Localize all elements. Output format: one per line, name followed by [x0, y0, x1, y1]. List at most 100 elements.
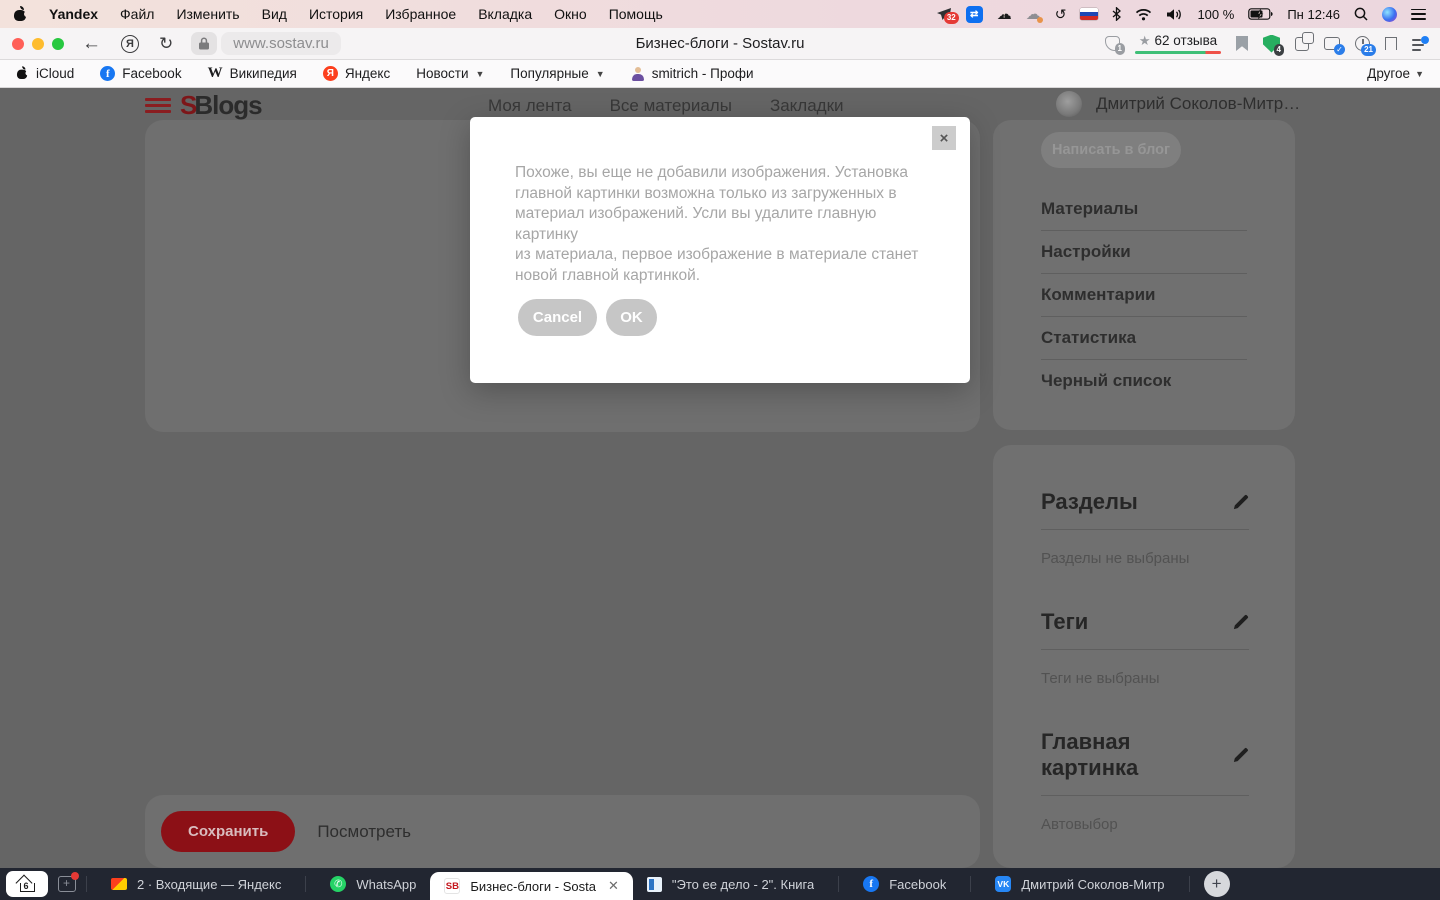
- chevron-down-icon: ▼: [596, 69, 605, 79]
- tags-title: Теги: [1041, 609, 1088, 635]
- menu-favorites[interactable]: Избранное: [385, 6, 456, 22]
- tab-vk[interactable]: VK Дмитрий Соколов-Митр: [981, 868, 1178, 900]
- sidebar-item-settings[interactable]: Настройки: [1041, 231, 1247, 274]
- menu-history[interactable]: История: [309, 6, 363, 22]
- ok-button[interactable]: OK: [606, 299, 657, 336]
- facebook-icon: f: [863, 876, 879, 892]
- nav-my-feed[interactable]: Моя лента: [488, 96, 572, 116]
- battery-icon: [1248, 8, 1273, 20]
- bookmark-yandex[interactable]: ЯЯндекс: [323, 66, 390, 81]
- teamviewer-icon[interactable]: ⇄: [966, 6, 983, 23]
- telegram-icon[interactable]: 32: [936, 7, 952, 21]
- nav-all-materials[interactable]: Все материалы: [610, 96, 732, 116]
- tabs-copy-icon[interactable]: [1295, 37, 1309, 51]
- whatsapp-icon: ✆: [330, 876, 346, 892]
- cancel-button[interactable]: Cancel: [518, 299, 597, 336]
- edit-tags-icon[interactable]: [1232, 614, 1249, 631]
- tab-mail[interactable]: 2 · Входящие — Яндекс: [97, 868, 295, 900]
- keyboard-layout-flag-icon[interactable]: [1080, 8, 1098, 20]
- bookmark-icon[interactable]: [1236, 36, 1248, 51]
- new-tab-button[interactable]: +: [1204, 871, 1230, 897]
- hamburger-menu-icon[interactable]: [145, 98, 171, 113]
- wikipedia-icon: W: [208, 65, 223, 82]
- tabs-count: 6: [24, 881, 29, 891]
- nav-bookmarks[interactable]: Закладки: [770, 96, 844, 116]
- write-blog-button[interactable]: Написать в блог: [1041, 132, 1181, 168]
- yandex-mail-icon: [111, 878, 127, 890]
- bookmark-popular[interactable]: Популярные▼: [510, 66, 604, 81]
- bookmark-icloud[interactable]: iCloud: [16, 66, 74, 81]
- back-button[interactable]: ←: [82, 33, 101, 55]
- lock-icon: [199, 37, 209, 50]
- volume-icon[interactable]: [1166, 8, 1183, 21]
- battery-percent: 100 %: [1197, 7, 1234, 22]
- bookmark-wikipedia[interactable]: WВикипедия: [208, 65, 297, 82]
- bookmarks-other[interactable]: Другое▼: [1367, 66, 1424, 81]
- menu-app-name[interactable]: Yandex: [49, 6, 98, 22]
- telegram-badge: 32: [944, 12, 959, 24]
- preview-link[interactable]: Посмотреть: [317, 822, 411, 842]
- cloud-sync-icon[interactable]: ☁: [1026, 5, 1041, 23]
- save-button[interactable]: Сохранить: [161, 811, 295, 852]
- spotlight-icon[interactable]: [1354, 7, 1368, 21]
- site-reviews-button[interactable]: ★62 отзыва: [1135, 33, 1221, 55]
- time-machine-icon[interactable]: ↺: [1055, 6, 1067, 23]
- new-window-icon[interactable]: [58, 876, 76, 892]
- menu-view[interactable]: Вид: [262, 6, 287, 22]
- sblogs-logo[interactable]: SBlogs: [180, 90, 262, 121]
- tags-block: Теги Теги не выбраны: [1041, 567, 1249, 687]
- screenshot-icon[interactable]: ✓: [1324, 37, 1340, 50]
- sidebar-item-comments[interactable]: Комментарии: [1041, 274, 1247, 317]
- window-close-button[interactable]: [12, 38, 24, 50]
- history-clock-icon[interactable]: 21: [1355, 36, 1370, 51]
- menu-window[interactable]: Окно: [554, 6, 587, 22]
- tab-whatsapp[interactable]: ✆ WhatsApp: [316, 868, 430, 900]
- bookmark-smitrich[interactable]: smitrich - Профи: [631, 66, 754, 81]
- sidebar-item-materials[interactable]: Материалы: [1041, 188, 1247, 231]
- window-minimize-button[interactable]: [32, 38, 44, 50]
- cloud-alert-icon[interactable]: ☁!: [997, 5, 1012, 23]
- tab-book[interactable]: "Это ее дело - 2". Книга: [633, 868, 828, 900]
- edit-sections-icon[interactable]: [1232, 494, 1249, 511]
- apple-logo-icon[interactable]: [14, 7, 27, 22]
- menu-tab[interactable]: Вкладка: [478, 6, 532, 22]
- wifi-icon[interactable]: [1135, 8, 1152, 21]
- history-badge: 21: [1361, 44, 1376, 56]
- yandex-icon: Я: [323, 66, 338, 81]
- sidebar-item-blacklist[interactable]: Черный список: [1041, 360, 1247, 402]
- extension-icon[interactable]: 1: [1105, 36, 1120, 51]
- image-notice-dialog: × Похоже, вы еще не добавили изображения…: [470, 117, 970, 383]
- menubar-clock[interactable]: Пн 12:46: [1287, 7, 1340, 22]
- extension-badge: 1: [1115, 43, 1125, 55]
- tab-facebook[interactable]: f Facebook: [849, 868, 960, 900]
- site-security-button[interactable]: [191, 32, 217, 55]
- tab-close-icon[interactable]: ✕: [608, 878, 619, 894]
- window-zoom-button[interactable]: [52, 38, 64, 50]
- bookmark-facebook[interactable]: fFacebook: [100, 66, 181, 81]
- bluetooth-icon[interactable]: [1112, 7, 1121, 21]
- address-bar[interactable]: www.sostav.ru: [221, 32, 341, 55]
- user-menu[interactable]: Дмитрий Соколов-Митр…: [1056, 91, 1300, 117]
- home-tabs-button[interactable]: 6: [6, 871, 48, 897]
- vk-icon: VK: [995, 876, 1011, 892]
- shield-badge: 4: [1274, 44, 1284, 56]
- edit-main-image-icon[interactable]: [1232, 747, 1249, 764]
- browser-toolbar: ← Я ↻ www.sostav.ru Бизнес-блоги - Sosta…: [0, 28, 1440, 60]
- sidebar-item-statistics[interactable]: Статистика: [1041, 317, 1247, 360]
- close-icon[interactable]: ×: [932, 126, 956, 150]
- browser-menu-icon[interactable]: [1412, 38, 1428, 50]
- save-bar: Сохранить Посмотреть: [145, 795, 980, 868]
- siri-icon[interactable]: [1382, 7, 1397, 22]
- tab-sostav-active[interactable]: SB Бизнес-блоги - Sosta ✕: [430, 872, 633, 900]
- protect-shield-icon[interactable]: 4: [1263, 35, 1280, 53]
- menu-help[interactable]: Помощь: [609, 6, 663, 22]
- bookmarks-flag-icon[interactable]: [1385, 37, 1397, 50]
- menu-file[interactable]: Файл: [120, 6, 154, 22]
- page-content: SBlogs Моя лента Все материалы Закладки …: [0, 88, 1440, 868]
- bookmark-news[interactable]: Новости▼: [416, 66, 484, 81]
- yandex-button[interactable]: Я: [121, 35, 139, 53]
- reload-button[interactable]: ↻: [159, 34, 173, 54]
- tags-empty-text: Теги не выбраны: [1041, 670, 1249, 687]
- menu-edit[interactable]: Изменить: [176, 6, 239, 22]
- notification-center-icon[interactable]: [1411, 9, 1426, 20]
